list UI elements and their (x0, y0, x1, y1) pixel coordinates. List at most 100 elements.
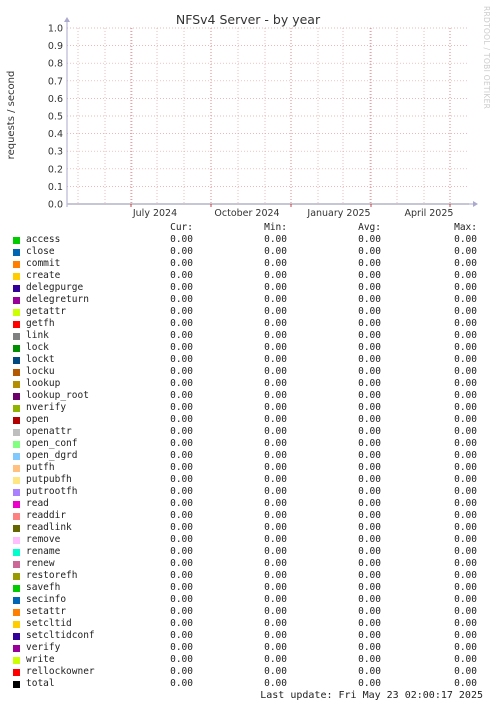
legend-label: putpubfh (26, 474, 72, 485)
legend-value-cur: 0.00 (170, 354, 193, 365)
legend-value-min: 0.00 (264, 558, 287, 569)
y-tick-label: 0.6 (48, 94, 63, 105)
legend-value-cur: 0.00 (170, 642, 193, 653)
legend-swatch (13, 417, 20, 424)
legend-swatch (13, 609, 20, 616)
legend-value-max: 0.00 (454, 366, 477, 377)
legend-row-putrootfh: putrootfh 0.00 0.00 0.00 0.00 (0, 486, 497, 498)
legend-label: setcltid (26, 618, 72, 629)
legend-label: write (26, 654, 55, 665)
legend-label: getattr (26, 306, 67, 317)
legend-swatch (13, 573, 20, 580)
legend-value-min: 0.00 (264, 654, 287, 665)
legend-value-max: 0.00 (454, 246, 477, 257)
legend-value-min: 0.00 (264, 306, 287, 317)
legend-label: setcltidconf (26, 630, 95, 641)
legend-value-avg: 0.00 (358, 558, 381, 569)
legend-label: close (26, 246, 55, 257)
legend-value-min: 0.00 (264, 666, 287, 677)
legend-swatch (13, 333, 20, 340)
legend-value-max: 0.00 (454, 306, 477, 317)
header-max: Max: (454, 222, 477, 233)
legend-value-avg: 0.00 (358, 630, 381, 641)
legend-value-min: 0.00 (264, 342, 287, 353)
legend-value-cur: 0.00 (170, 234, 193, 245)
legend-label: access (26, 234, 61, 245)
legend-value-min: 0.00 (264, 486, 287, 497)
legend-swatch (13, 633, 20, 640)
legend-value-cur: 0.00 (170, 474, 193, 485)
legend-label: lookup (26, 378, 61, 389)
legend-value-avg: 0.00 (358, 342, 381, 353)
legend-row-readdir: readdir 0.00 0.00 0.00 0.00 (0, 510, 497, 522)
legend-value-cur: 0.00 (170, 330, 193, 341)
legend-label: link (26, 330, 49, 341)
legend-label: remove (26, 534, 61, 545)
legend-label: delegreturn (26, 294, 89, 305)
legend-value-avg: 0.00 (358, 654, 381, 665)
legend-row-rename: rename 0.00 0.00 0.00 0.00 (0, 546, 497, 558)
legend-swatch (13, 261, 20, 268)
legend-value-avg: 0.00 (358, 582, 381, 593)
legend-value-avg: 0.00 (358, 678, 381, 689)
legend-value-min: 0.00 (264, 354, 287, 365)
y-tick-label: 0.1 (48, 182, 63, 193)
legend-value-avg: 0.00 (358, 666, 381, 677)
legend-swatch (13, 369, 20, 376)
legend-value-max: 0.00 (454, 294, 477, 305)
legend-swatch (13, 489, 20, 496)
legend-value-max: 0.00 (454, 450, 477, 461)
legend-label: read (26, 498, 49, 509)
legend-value-max: 0.00 (454, 462, 477, 473)
x-tick-labels: July 2024 October 2024 January 2025 April 2… (132, 208, 454, 219)
legend-row-total: total 0.00 0.00 0.00 0.00 (0, 678, 497, 690)
legend-value-max: 0.00 (454, 486, 477, 497)
legend-label: openattr (26, 426, 72, 437)
legend-label: putfh (26, 462, 55, 473)
legend-value-cur: 0.00 (170, 366, 193, 377)
legend-swatch (13, 561, 20, 568)
legend-value-cur: 0.00 (170, 390, 193, 401)
legend-value-min: 0.00 (264, 594, 287, 605)
legend-value-cur: 0.00 (170, 306, 193, 317)
legend-value-avg: 0.00 (358, 474, 381, 485)
legend-value-max: 0.00 (454, 606, 477, 617)
legend-swatch (13, 549, 20, 556)
legend-value-max: 0.00 (454, 318, 477, 329)
legend-value-avg: 0.00 (358, 522, 381, 533)
legend-label: open_dgrd (26, 450, 78, 461)
legend-value-max: 0.00 (454, 258, 477, 269)
legend-value-avg: 0.00 (358, 534, 381, 545)
legend-swatch (13, 657, 20, 664)
legend-value-cur: 0.00 (170, 582, 193, 593)
legend-row-write: write 0.00 0.00 0.00 0.00 (0, 654, 497, 666)
legend-swatch (13, 429, 20, 436)
legend-row-renew: renew 0.00 0.00 0.00 0.00 (0, 558, 497, 570)
y-axis-arrow (64, 17, 70, 22)
legend-value-cur: 0.00 (170, 558, 193, 569)
legend-value-avg: 0.00 (358, 618, 381, 629)
legend-label: lock (26, 342, 49, 353)
x-axis-arrow (473, 201, 478, 207)
legend-value-min: 0.00 (264, 294, 287, 305)
legend-row-remove: remove 0.00 0.00 0.00 0.00 (0, 534, 497, 546)
legend-value-cur: 0.00 (170, 594, 193, 605)
legend-value-min: 0.00 (264, 330, 287, 341)
legend-value-cur: 0.00 (170, 534, 193, 545)
legend-swatch (13, 345, 20, 352)
legend-value-cur: 0.00 (170, 258, 193, 269)
legend-value-max: 0.00 (454, 438, 477, 449)
legend-value-min: 0.00 (264, 522, 287, 533)
legend-value-min: 0.00 (264, 678, 287, 689)
legend-value-avg: 0.00 (358, 354, 381, 365)
y-tick-labels: 0.0 0.1 0.2 0.3 0.4 0.5 0.6 0.7 0.8 0.9 1.0 (48, 24, 63, 211)
legend-value-min: 0.00 (264, 234, 287, 245)
legend-label: open_conf (26, 438, 78, 449)
legend-row-restorefh: restorefh 0.00 0.00 0.00 0.00 (0, 570, 497, 582)
legend-row-lookup: lookup 0.00 0.00 0.00 0.00 (0, 378, 497, 390)
legend-value-max: 0.00 (454, 474, 477, 485)
chart-title: NFSv4 Server - by year (176, 12, 321, 27)
plot-grid (67, 27, 469, 204)
legend-value-avg: 0.00 (358, 330, 381, 341)
legend-value-cur: 0.00 (170, 270, 193, 281)
